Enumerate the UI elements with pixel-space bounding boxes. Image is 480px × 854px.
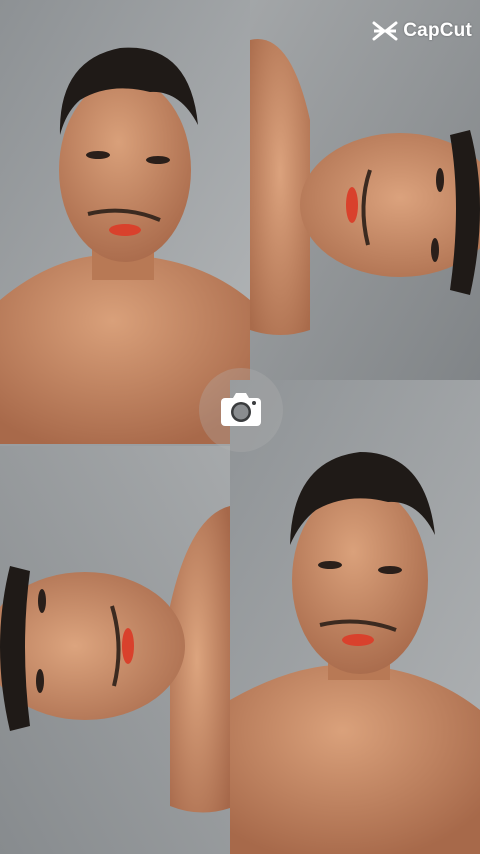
photo-top-right: [250, 0, 480, 408]
camera-screen: CapCut: [0, 0, 480, 854]
watermark-brand: CapCut: [403, 20, 472, 41]
camera-button[interactable]: [199, 368, 283, 452]
capcut-watermark: CapCut: [372, 20, 472, 42]
camera-icon: [219, 392, 263, 428]
photo-bottom-right: [230, 380, 480, 854]
capcut-logo-icon: [372, 21, 398, 41]
photo-bottom-left: [0, 446, 230, 854]
